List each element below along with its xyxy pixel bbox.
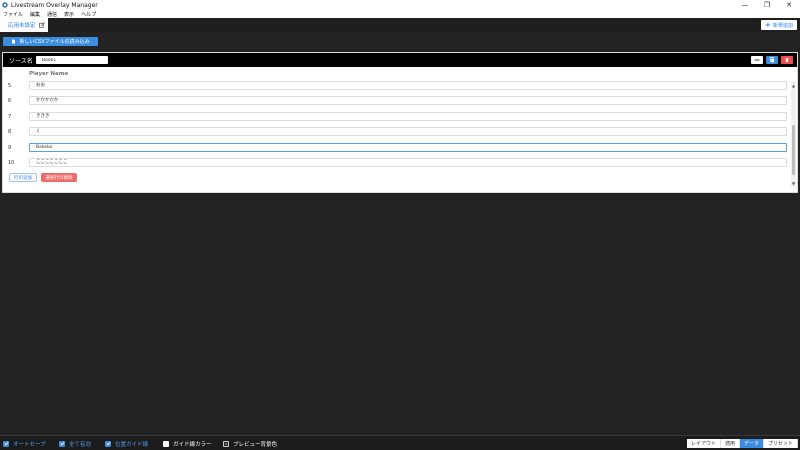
player-name-cell[interactable]: く (29, 127, 787, 136)
load-csv-button[interactable]: 新しいCSVファイルの読み込み (3, 37, 98, 46)
autosave-label: オートセーブ (13, 441, 46, 448)
row-number: 6 (8, 98, 12, 104)
position-guides-label: 位置ガイド線 (115, 441, 149, 448)
trash-icon (785, 58, 789, 63)
chevron-down-icon (224, 442, 228, 445)
autosave-checkbox[interactable] (3, 440, 9, 447)
option-autosave[interactable]: オートセーブ (3, 439, 46, 448)
edit-icon[interactable] (38, 22, 45, 28)
option-enable-all[interactable]: 全て有効 (59, 439, 91, 448)
row-number: 10 (8, 160, 15, 166)
check-icon (59, 441, 65, 446)
collapse-button[interactable] (751, 56, 763, 64)
segment-apply[interactable]: 適用 (720, 439, 740, 448)
window-title: Livestream Overlay Manager (11, 1, 98, 9)
delete-source-button[interactable] (781, 56, 793, 64)
segment-preset[interactable]: プリセット (763, 439, 798, 448)
app-logo-icon (2, 2, 8, 8)
copy-icon (769, 57, 775, 63)
add-new-label: 新規追加 (772, 22, 793, 29)
menu-edit[interactable]: 編集 (30, 11, 40, 18)
segment-layout[interactable]: レイアウト (686, 439, 721, 448)
title-bar: Livestream Overlay Manager (0, 0, 800, 10)
menu-help[interactable]: ヘルプ (81, 11, 96, 18)
row-number: 5 (8, 83, 12, 89)
panel-header: ソース名 (3, 53, 797, 67)
menu-file[interactable]: ファイル (3, 11, 23, 18)
bottom-status-bar: オートセーブ 全て有効 位置ガイド線 ガイド線カラー プレビュー背景色 レイアウ… (0, 435, 800, 450)
source-name-input[interactable] (36, 56, 108, 64)
check-icon (3, 441, 9, 446)
minimize-button[interactable]: — (734, 0, 756, 10)
add-row-button[interactable]: 行の追加 (9, 173, 37, 182)
enable-all-checkbox[interactable] (59, 440, 65, 447)
load-csv-label: 新しいCSVファイルの読み込み (19, 39, 90, 45)
tab-overlay[interactable]: 応用未設定 (0, 18, 48, 32)
table-row: 8 く (3, 126, 789, 138)
player-name-cell[interactable]: おお (29, 81, 787, 90)
player-name-cell[interactable]: Bakeko (29, 143, 787, 152)
scroll-down-icon[interactable]: ▼ (791, 181, 796, 186)
player-name-cell[interactable]: かかかかか (29, 96, 787, 105)
enable-all-label: 全て有効 (69, 441, 92, 448)
view-mode-switch: レイアウト 適用 データ プリセット (686, 439, 798, 448)
option-guide-color[interactable]: ガイド線カラー (163, 439, 212, 448)
tab-label: 応用未設定 (8, 23, 36, 29)
check-icon (105, 441, 111, 446)
table-row: 9 Bakeko (3, 142, 789, 154)
row-number: 7 (8, 114, 12, 120)
file-icon (12, 39, 16, 44)
guide-color-label: ガイド線カラー (173, 441, 212, 448)
table-row: 7 ききき (3, 111, 789, 123)
source-name-label: ソース名 (9, 58, 33, 65)
menu-view[interactable]: 表示 (64, 11, 74, 18)
minus-icon (754, 59, 760, 61)
option-position-guides[interactable]: 位置ガイド線 (105, 439, 148, 448)
option-preview-bg-color[interactable]: プレビュー背景色 (223, 439, 277, 448)
table-row: 10 こここここここ (3, 157, 789, 169)
preview-bg-color-swatch[interactable] (223, 440, 229, 447)
copy-button[interactable] (766, 56, 778, 64)
plus-icon: + (765, 20, 771, 29)
tab-bar: 応用未設定 + 新規追加 (0, 18, 800, 32)
delete-selected-rows-button[interactable]: 選択行の削除 (41, 173, 77, 182)
menu-bar: ファイル 編集 通信 表示 ヘルプ (0, 10, 800, 18)
position-guides-checkbox[interactable] (105, 440, 111, 447)
table-row: 6 かかかかか (3, 95, 789, 107)
table-scrollbar[interactable]: ▲ ▼ (791, 81, 796, 187)
data-source-panel: ソース名 Player Name 5 おお 6 かかかかか 7 ききき 8 く … (2, 52, 798, 193)
add-new-button[interactable]: + 新規追加 (761, 20, 797, 30)
scroll-up-icon[interactable]: ▲ (791, 83, 796, 88)
close-button[interactable]: ✕ (778, 0, 800, 10)
player-name-cell[interactable]: ききき (29, 112, 787, 121)
scroll-thumb[interactable] (792, 125, 795, 175)
restore-button[interactable]: ❐ (756, 0, 778, 10)
row-number: 8 (8, 129, 12, 135)
player-name-cell[interactable]: こここここここ (29, 158, 787, 167)
row-number: 9 (8, 145, 12, 151)
column-header-player-name: Player Name (29, 71, 69, 77)
guide-color-swatch[interactable] (163, 440, 169, 447)
preview-bg-color-label: プレビュー背景色 (233, 441, 278, 448)
segment-data[interactable]: データ (739, 439, 764, 448)
menu-communication[interactable]: 通信 (47, 11, 57, 18)
table-row: 5 おお (3, 80, 789, 92)
